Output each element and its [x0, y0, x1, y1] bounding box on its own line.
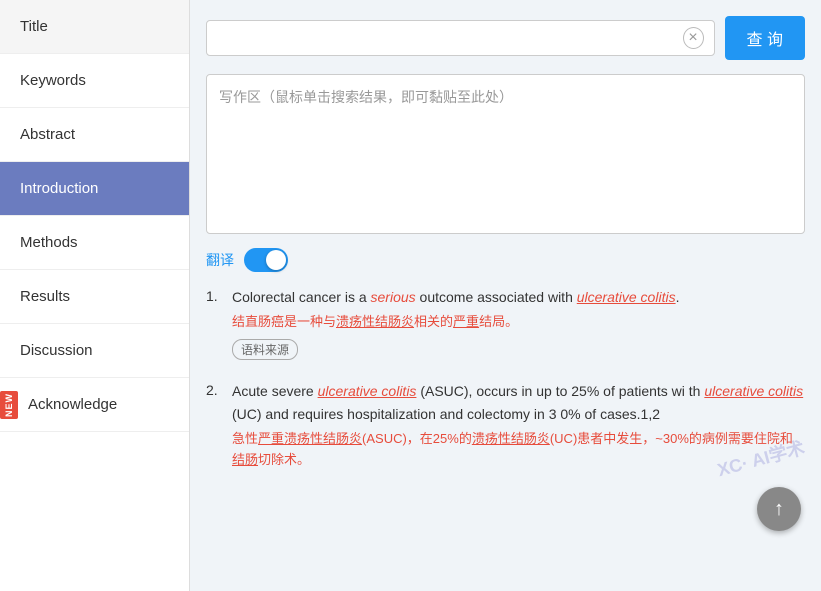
close-icon: ×: [688, 29, 697, 47]
sidebar-item-methods[interactable]: Methods: [0, 216, 189, 270]
search-button-label: 查 询: [747, 32, 783, 49]
translation-row: 翻译: [206, 248, 805, 272]
result-number-1: 1.: [206, 286, 224, 360]
arrow-up-icon: ↑: [774, 498, 784, 521]
result-content-1: Colorectal cancer is a serious outcome a…: [232, 286, 805, 360]
result-content-2: Acute severe ulcerative colitis (ASUC), …: [232, 380, 805, 476]
writing-area[interactable]: 写作区（鼠标单击搜索结果，即可黏贴至此处）: [206, 74, 805, 234]
result-uc-link-2a[interactable]: ulcerative colitis: [318, 383, 417, 399]
sidebar-item-introduction-label: Introduction: [20, 180, 98, 197]
result-cn-link-1[interactable]: 溃疡性结肠炎: [336, 314, 414, 329]
sidebar-item-title[interactable]: Title: [0, 0, 189, 54]
result-uc-link-2b[interactable]: ulcerative colitis: [704, 383, 803, 399]
toggle-thumb: [266, 250, 286, 270]
sidebar-item-title-label: Title: [20, 18, 48, 35]
sidebar: Title Keywords Abstract Introduction Met…: [0, 0, 190, 591]
sidebar-item-introduction[interactable]: Introduction: [0, 162, 189, 216]
sidebar-item-results[interactable]: Results: [0, 270, 189, 324]
result-en-2: Acute severe ulcerative colitis (ASUC), …: [232, 380, 805, 425]
result-cn-surgery-2[interactable]: 结肠: [232, 452, 258, 467]
sidebar-item-keywords[interactable]: Keywords: [0, 54, 189, 108]
result-item-1: 1. Colorectal cancer is a serious outcom…: [206, 286, 805, 360]
sidebar-item-discussion[interactable]: Discussion: [0, 324, 189, 378]
translation-label: 翻译: [206, 250, 234, 270]
results-list: 1. Colorectal cancer is a serious outcom…: [206, 286, 805, 477]
sidebar-item-results-label: Results: [20, 288, 70, 305]
search-button[interactable]: 查 询: [725, 16, 805, 60]
search-input-wrapper: 溃疡性结肠炎 严重 ×: [206, 20, 715, 56]
sidebar-item-discussion-label: Discussion: [20, 342, 93, 359]
result-cn-1: 结直肠癌是一种与溃疡性结肠炎相关的严重结局。: [232, 312, 805, 333]
sidebar-item-acknowledge-label: Acknowledge: [28, 396, 117, 413]
result-item-2: 2. Acute severe ulcerative colitis (ASUC…: [206, 380, 805, 476]
toggle-track: [244, 248, 288, 272]
sidebar-item-acknowledge[interactable]: NEW Acknowledge: [0, 378, 189, 432]
translation-toggle[interactable]: [244, 248, 288, 272]
result-number-2: 2.: [206, 380, 224, 476]
new-badge: NEW: [0, 391, 18, 419]
sidebar-item-abstract-label: Abstract: [20, 126, 75, 143]
writing-area-placeholder: 写作区（鼠标单击搜索结果，即可黏贴至此处）: [219, 89, 513, 105]
main-content: 溃疡性结肠炎 严重 × 查 询 写作区（鼠标单击搜索结果，即可黏贴至此处） 翻译…: [190, 0, 821, 591]
search-bar: 溃疡性结肠炎 严重 × 查 询: [206, 16, 805, 60]
search-input[interactable]: 溃疡性结肠炎 严重: [217, 28, 677, 49]
sidebar-item-abstract[interactable]: Abstract: [0, 108, 189, 162]
source-tag-1[interactable]: 语料来源: [232, 339, 298, 360]
result-cn-2: 急性严重溃疡性结肠炎(ASUC)，在25%的溃疡性结肠炎(UC)患者中发生，~3…: [232, 429, 805, 471]
result-en-1: Colorectal cancer is a serious outcome a…: [232, 286, 805, 308]
result-cn-uc-2[interactable]: 溃疡性结肠炎: [472, 431, 550, 446]
clear-button[interactable]: ×: [683, 27, 704, 49]
sidebar-item-keywords-label: Keywords: [20, 72, 86, 89]
result-serious-italic: serious: [371, 289, 416, 305]
scroll-up-button[interactable]: ↑: [757, 487, 801, 531]
result-cn-severe-2[interactable]: 严重溃疡性结肠炎: [258, 431, 362, 446]
result-uc-link-1[interactable]: ulcerative colitis: [577, 289, 676, 305]
result-cn-serious-1[interactable]: 严重: [453, 314, 479, 329]
sidebar-item-methods-label: Methods: [20, 234, 78, 251]
